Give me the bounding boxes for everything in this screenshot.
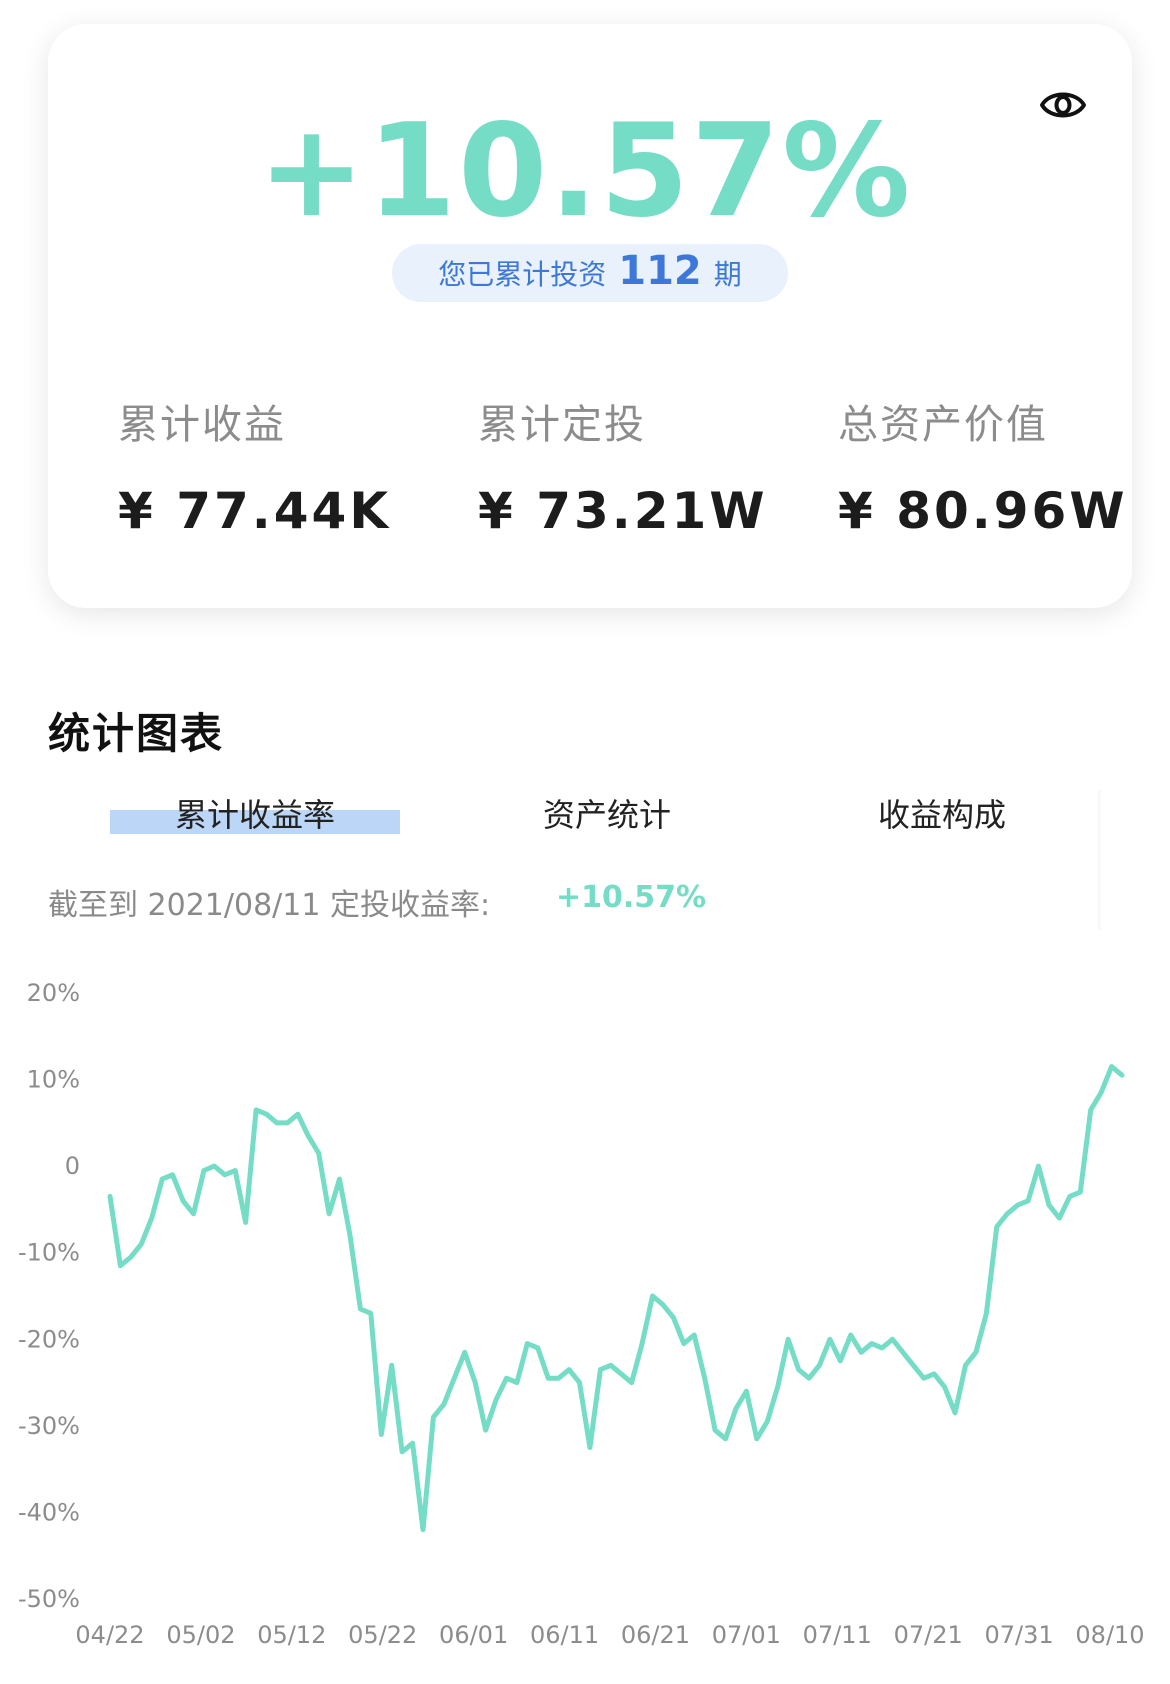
return-rate-chart: 20% 10% 0 -10% -20% -30% -40% -50% 04/22 05/02 05/… [18, 979, 1145, 1649]
y-tick-label: -20% [18, 1325, 80, 1353]
total-asset-label: 总资产价值 [838, 402, 1048, 448]
x-tick-label: 04/22 [75, 1621, 144, 1649]
total-return-rate: +10.57% [257, 97, 913, 246]
cumulative-profit-label: 累计收益 [118, 402, 286, 448]
return-rate-series-line [107, 1064, 1125, 1533]
y-tick-label: 0 [65, 1152, 80, 1180]
y-tick-label: -50% [18, 1585, 80, 1613]
y-tick-label: -40% [18, 1498, 80, 1526]
total-asset-value: ¥ 80.96W [838, 482, 1128, 540]
as-of-return-value: +10.57% [556, 880, 707, 915]
y-tick-label: 20% [27, 979, 80, 1007]
y-tick-label: -10% [18, 1239, 80, 1267]
cumulative-profit-value: ¥ 77.44K [118, 482, 392, 540]
x-tick-label: 07/01 [712, 1621, 781, 1649]
as-of-label: 截至到 2021/08/11 定投收益率: [48, 888, 491, 923]
investment-periods-badge: 您已累计投资 112 期 [392, 244, 788, 302]
cumulative-investment-label: 累计定投 [478, 402, 646, 448]
x-tick-label: 06/21 [621, 1621, 690, 1649]
tab-scroll-edge [1098, 790, 1102, 930]
y-tick-label: -30% [18, 1412, 80, 1440]
periods-prefix: 您已累计投资 [438, 258, 607, 291]
x-tick-label: 08/10 [1075, 1621, 1144, 1649]
section-title: 统计图表 [48, 709, 225, 758]
periods-count: 112 [618, 248, 702, 294]
tab-profit-composition[interactable]: 收益构成 [878, 790, 1006, 836]
cumulative-investment-value: ¥ 73.21W [478, 482, 768, 540]
periods-suffix: 期 [713, 258, 742, 291]
tab-cumulative-return-rate[interactable]: 累计收益率 [175, 790, 335, 836]
x-tick-label: 06/01 [439, 1621, 508, 1649]
x-tick-label: 05/12 [257, 1621, 326, 1649]
y-tick-label: 10% [27, 1066, 80, 1094]
x-tick-label: 07/11 [803, 1621, 872, 1649]
x-tick-label: 07/31 [985, 1621, 1054, 1649]
x-tick-label: 05/22 [348, 1621, 417, 1649]
x-tick-label: 07/21 [894, 1621, 963, 1649]
x-tick-label: 05/02 [166, 1621, 235, 1649]
x-tick-label: 06/11 [530, 1621, 599, 1649]
tab-asset-statistics[interactable]: 资产统计 [543, 790, 671, 836]
